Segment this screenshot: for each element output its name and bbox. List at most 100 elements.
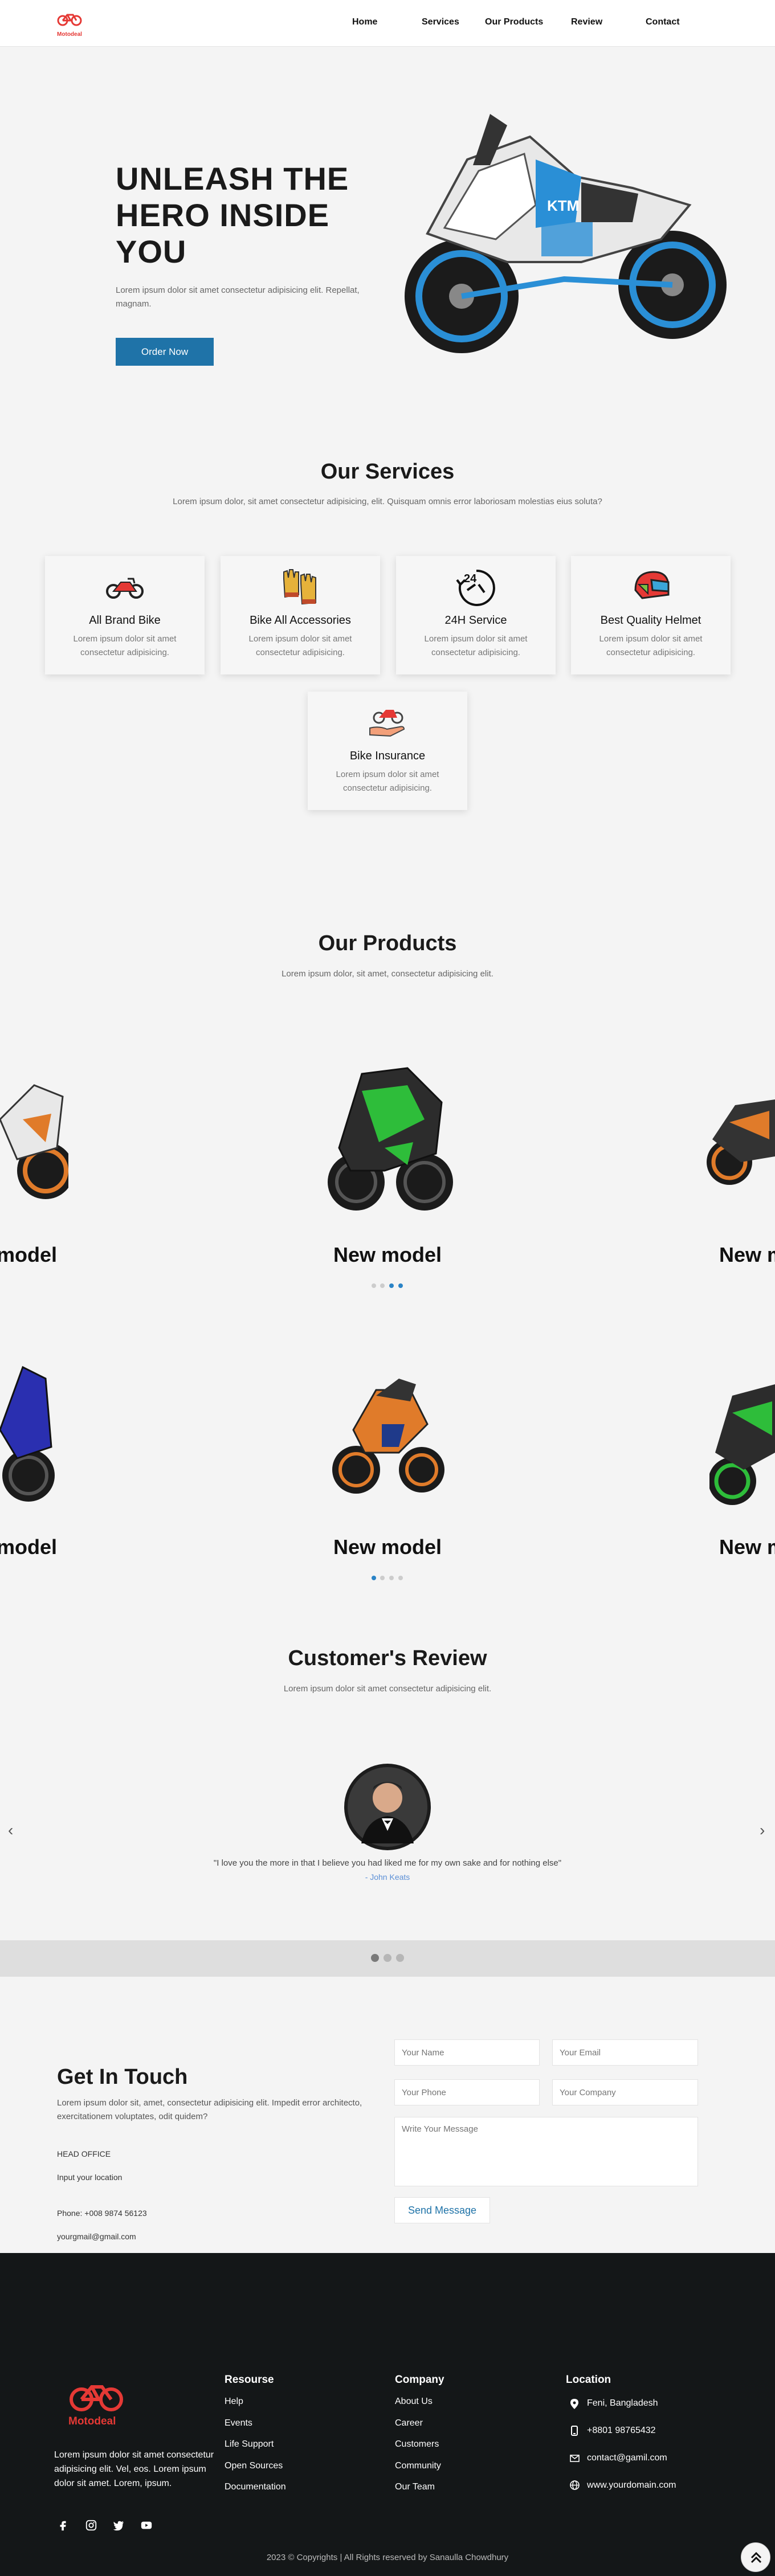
name-input[interactable] (394, 2039, 540, 2066)
footer-link-community[interactable]: Community (395, 2461, 441, 2471)
nav-services[interactable]: Services (422, 17, 459, 27)
footer-link-life-support[interactable]: Life Support (225, 2439, 274, 2450)
helmet-icon (634, 571, 670, 599)
order-now-button[interactable]: Order Now (116, 338, 214, 366)
company-input[interactable] (552, 2079, 698, 2105)
footer-location-website[interactable]: www.yourdomain.com (587, 2480, 676, 2491)
carousel-dot[interactable] (380, 1576, 385, 1580)
service-card-desc: Lorem ipsum dolor sit amet consectetur a… (599, 634, 703, 657)
service-card-title: Best Quality Helmet (600, 614, 701, 627)
insurance-icon (369, 710, 405, 737)
map-pin-icon (570, 2399, 578, 2409)
phone-icon (571, 2426, 578, 2436)
review-title: Customer's Review (288, 1646, 487, 1670)
review-prev-arrow-icon[interactable]: ‹ (8, 1821, 13, 1839)
nav-contact[interactable]: Contact (646, 17, 680, 27)
product-label: New model (719, 1243, 775, 1266)
carousel-dot[interactable] (398, 1576, 403, 1580)
review-quote: "I love you the more in that I believe y… (213, 1858, 562, 1868)
footer-link-documentation[interactable]: Documentation (225, 2482, 286, 2492)
twitter-icon[interactable] (112, 2519, 125, 2532)
review-dot-active[interactable] (371, 1954, 379, 1962)
footer-link-help[interactable]: Help (225, 2397, 243, 2407)
service-card-insurance[interactable]: Bike Insurance Lorem ipsum dolor sit ame… (308, 692, 467, 810)
review-dot[interactable] (396, 1954, 404, 1962)
product-bike-green-black[interactable] (322, 1051, 453, 1222)
product-bike-orange-white[interactable] (0, 1051, 68, 1222)
footer-resources-title: Resourse (225, 2374, 274, 2386)
service-card-desc: Lorem ipsum dolor sit amet consectetur a… (424, 634, 528, 657)
review-dot[interactable] (384, 1954, 391, 1962)
review-author: - John Keats (365, 1872, 410, 1882)
service-card-desc: Lorem ipsum dolor sit amet consectetur a… (248, 634, 352, 657)
service-card-accessories[interactable]: Bike All Accessories Lorem ipsum dolor s… (221, 556, 380, 674)
footer-copyright: 2023 © Copyrights | All Rights reserved … (266, 2553, 509, 2562)
product-bike-orange-black[interactable] (707, 1071, 775, 1219)
footer-link-our-team[interactable]: Our Team (395, 2482, 435, 2492)
gloves-icon (283, 569, 316, 605)
clock-24h-icon: 24 (456, 569, 495, 606)
nav-products[interactable]: Our Products (485, 17, 543, 27)
footer-link-open-sources[interactable]: Open Sources (225, 2461, 283, 2471)
footer-brand-name: Motodeal (68, 2415, 116, 2427)
contact-title: Get In Touch (57, 2065, 188, 2089)
review-subtitle: Lorem ipsum dolor sit amet consectetur a… (283, 1684, 492, 1694)
carousel-dot[interactable] (380, 1283, 385, 1288)
contact-email: yourgmail@gmail.com (57, 2232, 136, 2241)
send-message-button[interactable]: Send Message (394, 2197, 490, 2223)
product-bike-blue[interactable] (0, 1344, 57, 1515)
brand-logo[interactable]: Motodeal (52, 11, 87, 38)
service-card-24h[interactable]: 24 24H Service Lorem ipsum dolor sit ame… (396, 556, 556, 674)
motorcycle-icon (106, 578, 144, 599)
product-bike-orange-naked[interactable] (331, 1361, 444, 1510)
carousel-dot[interactable] (372, 1283, 376, 1288)
globe-icon (570, 2480, 580, 2490)
contact-desc: Lorem ipsum dolor sit, amet, consectetur… (57, 2098, 362, 2121)
product-label: New model (333, 1535, 442, 1559)
facebook-icon[interactable] (57, 2519, 70, 2532)
products-subtitle: Lorem ipsum dolor, sit amet, consectetur… (282, 969, 493, 979)
service-card-brand-bike[interactable]: All Brand Bike Lorem ipsum dolor sit ame… (45, 556, 205, 674)
scroll-to-top-button[interactable] (741, 2542, 770, 2572)
hero-motorcycle-image: KTM (405, 114, 727, 353)
carousel-dot[interactable] (389, 1576, 394, 1580)
phone-input[interactable] (394, 2079, 540, 2105)
product-bike-green[interactable] (709, 1373, 775, 1515)
carousel-dot-active[interactable] (389, 1283, 394, 1288)
footer-logo-icon[interactable] (67, 2382, 126, 2415)
contact-head-office: HEAD OFFICE (57, 2149, 111, 2158)
footer-location-city: Feni, Bangladesh (587, 2398, 658, 2408)
double-chevron-up-icon (750, 2552, 762, 2563)
nav-review[interactable]: Review (571, 17, 602, 27)
envelope-icon (570, 2455, 580, 2462)
svg-text:24: 24 (464, 573, 477, 585)
youtube-icon[interactable] (140, 2519, 153, 2532)
review-next-arrow-icon[interactable]: › (760, 1821, 765, 1839)
instagram-icon[interactable] (85, 2519, 97, 2532)
products-title: Our Products (318, 931, 457, 955)
footer-link-about-us[interactable]: About Us (395, 2397, 433, 2407)
hero-title: UNLEASH THE HERO INSIDE YOU (116, 161, 349, 269)
motorcycle-logo-icon (57, 14, 82, 26)
footer-link-customers[interactable]: Customers (395, 2439, 439, 2450)
footer-location-phone[interactable]: +8801 98765432 (587, 2426, 656, 2436)
service-card-helmet[interactable]: Best Quality Helmet Lorem ipsum dolor si… (571, 556, 731, 674)
footer-link-events[interactable]: Events (225, 2418, 252, 2428)
service-card-title: 24H Service (444, 614, 507, 627)
product-label: New model (719, 1535, 775, 1559)
carousel-dot-active[interactable] (398, 1283, 403, 1288)
carousel-dot-active[interactable] (372, 1576, 376, 1580)
footer-link-career[interactable]: Career (395, 2418, 423, 2428)
services-subtitle: Lorem ipsum dolor, sit amet consectetur … (173, 497, 602, 506)
nav-home[interactable]: Home (352, 17, 377, 27)
footer-about: Lorem ipsum dolor sit amet consectetur a… (54, 2450, 214, 2488)
email-input[interactable] (552, 2039, 698, 2066)
hero-bike-brand: KTM (547, 197, 579, 214)
product-label: New model (333, 1243, 442, 1266)
footer-location-email[interactable]: contact@gamil.com (587, 2453, 667, 2463)
footer-location-title: Location (566, 2374, 611, 2386)
service-card-title: Bike All Accessories (250, 614, 351, 627)
message-textarea[interactable] (394, 2117, 698, 2186)
services-title: Our Services (320, 460, 455, 484)
product-label: New model (0, 1535, 57, 1559)
